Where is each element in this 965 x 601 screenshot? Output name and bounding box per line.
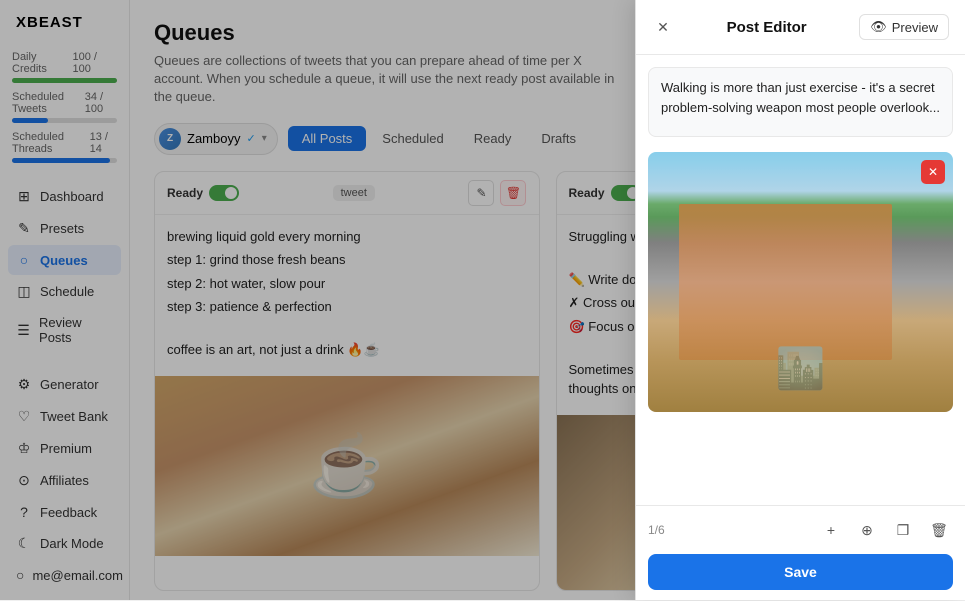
image-delete-button[interactable]: ✕ <box>921 160 945 184</box>
editor-body: ✕ <box>636 55 965 505</box>
post-image-street <box>648 152 953 412</box>
editor-title: Post Editor <box>727 19 807 36</box>
post-editor: ✕ Post Editor 👁 Preview ✕ 1/6 + ⊕ ❐ 🗑 Sa… <box>635 0 965 600</box>
post-text-editor[interactable] <box>648 67 953 137</box>
editor-footer: 1/6 + ⊕ ❐ 🗑 Save <box>636 505 965 600</box>
preview-label: Preview <box>892 20 938 35</box>
page-indicator: 1/6 <box>648 523 665 537</box>
footer-controls: 1/6 + ⊕ ❐ 🗑 <box>648 516 953 544</box>
footer-actions: + ⊕ ❐ 🗑 <box>817 516 953 544</box>
copy-button[interactable]: ❐ <box>889 516 917 544</box>
close-button[interactable]: ✕ <box>652 16 674 38</box>
editor-image-container: ✕ <box>648 152 953 412</box>
add-button[interactable]: + <box>817 516 845 544</box>
delete-icon: ✕ <box>928 165 938 179</box>
preview-button[interactable]: 👁 Preview <box>859 14 949 40</box>
save-button[interactable]: Save <box>648 554 953 590</box>
move-button[interactable]: ⊕ <box>853 516 881 544</box>
eye-icon: 👁 <box>870 19 887 35</box>
trash-button[interactable]: 🗑 <box>925 516 953 544</box>
editor-header: ✕ Post Editor 👁 Preview <box>636 0 965 55</box>
